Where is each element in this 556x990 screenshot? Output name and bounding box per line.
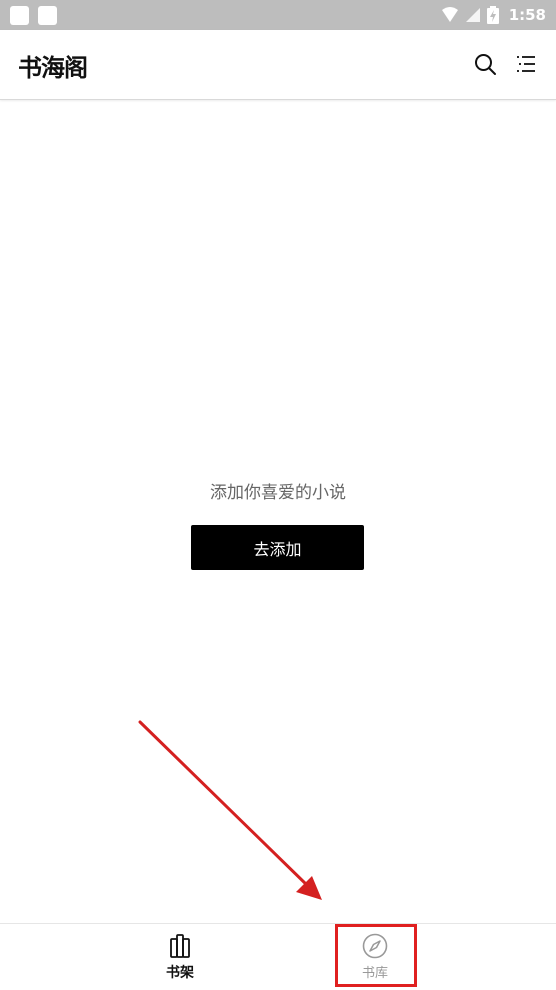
nav-label-bookshelf: 书架 bbox=[166, 965, 194, 981]
nav-item-bookshelf[interactable]: 书架 bbox=[120, 924, 240, 990]
bookshelf-icon bbox=[170, 934, 190, 958]
annotation-highlight-box bbox=[335, 924, 417, 987]
bottom-nav: 书架 书库 bbox=[0, 923, 556, 990]
annotation-arrow bbox=[138, 720, 322, 900]
